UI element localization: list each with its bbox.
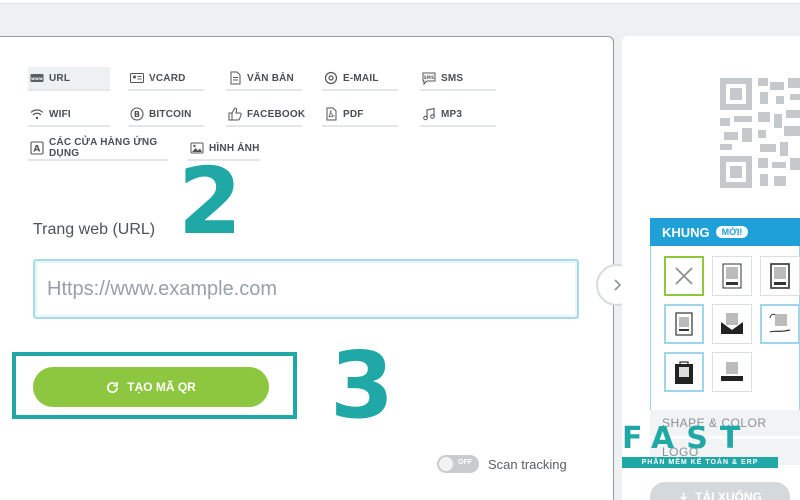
- frame-option-envelope[interactable]: [712, 304, 752, 344]
- step-3-annotation: 3: [330, 332, 395, 439]
- close-icon: [675, 267, 693, 285]
- frame-option-scan-me-1[interactable]: [712, 256, 752, 296]
- type-tab-label: FACEBOOK: [247, 108, 306, 120]
- sms-icon: SMS: [422, 71, 436, 85]
- scan-tracking-toggle[interactable]: OFF: [437, 455, 479, 473]
- frame-section-header[interactable]: KHUNG MỚI!: [650, 218, 800, 246]
- generate-qr-label: TẠO MÃ QR: [127, 380, 196, 394]
- at-sign-icon: [324, 71, 338, 85]
- type-tab-email[interactable]: E-MAIL: [322, 67, 398, 91]
- download-button[interactable]: TẢI XUỐNG: [650, 482, 790, 500]
- qr-frame-icon: [722, 263, 742, 289]
- url-icon: www: [30, 71, 44, 85]
- type-tab-label: WIFI: [49, 108, 71, 120]
- script-frame-icon: [769, 313, 791, 333]
- frame-option-scan-me-2[interactable]: [760, 256, 800, 296]
- app-store-icon: A: [30, 141, 44, 155]
- thumbs-up-icon: [228, 107, 242, 121]
- type-tab-label: MP3: [441, 108, 463, 120]
- frame-section-title: KHUNG: [662, 224, 710, 240]
- svg-text:A: A: [33, 145, 40, 155]
- qr-code-preview: [720, 78, 800, 190]
- qr-frame-icon: [770, 263, 790, 289]
- type-tab-url[interactable]: www URL: [28, 67, 110, 91]
- url-input[interactable]: [33, 259, 579, 319]
- frame-option-script[interactable]: [760, 304, 800, 344]
- type-tab-label: BITCOIN: [149, 108, 192, 120]
- frame-option-clipboard[interactable]: [664, 304, 704, 344]
- refresh-icon: [107, 381, 119, 393]
- scan-tracking-label: Scan tracking: [488, 456, 567, 472]
- frame-options: [650, 246, 800, 416]
- bitcoin-icon: B: [130, 107, 144, 121]
- svg-text:www: www: [31, 76, 43, 81]
- bag-frame-icon: [675, 361, 693, 384]
- type-tab-sms[interactable]: SMS SMS: [420, 67, 496, 91]
- qr-code-image: [720, 78, 800, 188]
- frame-option-bag[interactable]: [664, 352, 704, 392]
- type-tab-text[interactable]: VĂN BẢN: [226, 67, 302, 91]
- watermark-brand: FAST: [622, 421, 753, 456]
- clipboard-frame-icon: [675, 312, 693, 336]
- frame-option-none[interactable]: [664, 256, 704, 296]
- frame-section: KHUNG MỚI!: [650, 218, 800, 416]
- type-tab-label: E-MAIL: [343, 72, 379, 84]
- banner-frame-icon: [721, 362, 743, 381]
- type-tab-vcard[interactable]: VCARD: [128, 67, 204, 91]
- step-2-annotation: 2: [178, 148, 243, 255]
- type-tab-facebook[interactable]: FACEBOOK: [226, 103, 306, 127]
- wifi-icon: [30, 107, 44, 121]
- type-tab-pdf[interactable]: PDF: [322, 103, 398, 127]
- type-tab-label: SMS: [441, 72, 464, 84]
- scan-tracking-row: OFF Scan tracking: [437, 455, 567, 473]
- svg-text:SMS: SMS: [424, 75, 434, 80]
- toggle-knob: [439, 457, 453, 471]
- type-tab-label: VĂN BẢN: [247, 72, 294, 84]
- url-field-label: Trang web (URL): [33, 221, 156, 238]
- download-icon: [680, 492, 687, 500]
- vcard-icon: [130, 71, 144, 85]
- new-badge: MỚI!: [715, 226, 749, 238]
- top-bar: [0, 0, 800, 4]
- generate-qr-button[interactable]: TẠO MÃ QR: [33, 367, 269, 407]
- frame-option-banner[interactable]: [712, 352, 752, 392]
- text-document-icon: [228, 71, 242, 85]
- type-tab-mp3[interactable]: MP3: [420, 103, 496, 127]
- type-tab-label: CÁC CỬA HÀNG ỨNG DỤNG: [49, 137, 158, 159]
- svg-text:B: B: [134, 110, 140, 119]
- download-label: TẢI XUỐNG: [695, 490, 762, 500]
- type-tab-bitcoin[interactable]: B BITCOIN: [128, 103, 204, 127]
- type-tab-label: VCARD: [149, 72, 186, 84]
- type-tab-label: URL: [49, 72, 71, 84]
- watermark-tagline: PHẦN MỀM KẾ TOÁN & ERP: [622, 457, 778, 468]
- type-tab-wifi[interactable]: WIFI: [28, 103, 110, 127]
- type-tab-label: PDF: [343, 108, 364, 120]
- toggle-state-text: OFF: [458, 459, 472, 466]
- fast-watermark: FAST PHẦN MỀM KẾ TOÁN & ERP: [622, 424, 782, 472]
- envelope-frame-icon: [721, 313, 743, 334]
- type-tab-app-stores[interactable]: A CÁC CỬA HÀNG ỨNG DỤNG: [28, 137, 168, 161]
- qr-content-panel: www URL VCARD VĂN BẢN E-MAIL SMS SMS WIF…: [0, 36, 614, 500]
- pdf-icon: [324, 107, 338, 121]
- music-note-icon: [422, 107, 436, 121]
